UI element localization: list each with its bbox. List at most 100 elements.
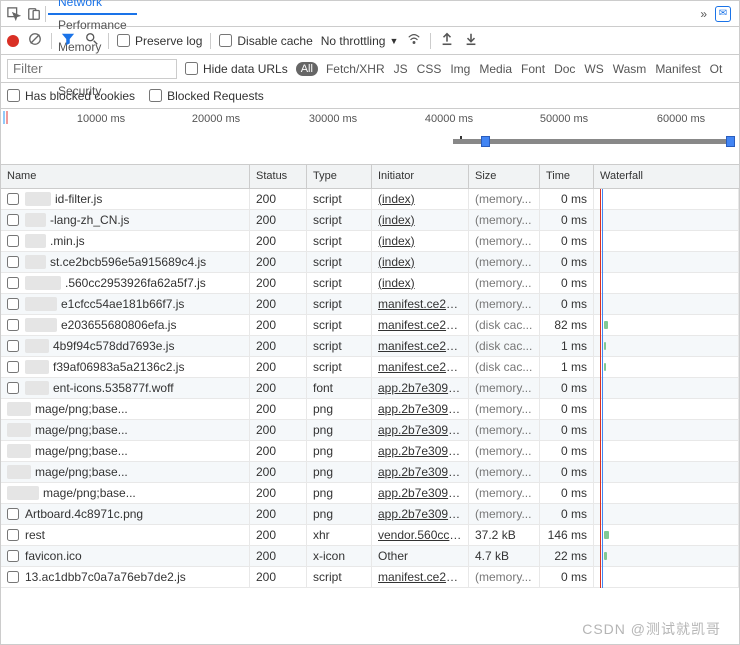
- row-checkbox[interactable]: [7, 214, 19, 226]
- initiator-link[interactable]: Other: [372, 546, 469, 567]
- initiator-link[interactable]: (index): [372, 210, 469, 231]
- initiator-link[interactable]: (index): [372, 252, 469, 273]
- initiator-link[interactable]: manifest.ce2bcb5...: [372, 567, 469, 588]
- initiator-link[interactable]: app.2b7e309....css: [372, 420, 469, 441]
- blocked-requests-checkbox[interactable]: Blocked Requests: [149, 89, 264, 103]
- initiator-link[interactable]: manifest.ce2bcb5...: [372, 315, 469, 336]
- table-row[interactable]: rest200xhrvendor.560cc29......37.2 kB146…: [1, 525, 739, 546]
- device-icon[interactable]: [25, 5, 43, 23]
- filter-toggle-icon[interactable]: [60, 32, 76, 49]
- col-name[interactable]: Name: [1, 165, 250, 188]
- request-name: ent-icons.535877f.woff: [53, 378, 174, 399]
- col-size[interactable]: Size: [469, 165, 540, 188]
- table-row[interactable]: ent-icons.535877f.woff200fontapp.2b7e309…: [1, 378, 739, 399]
- throttling-select[interactable]: No throttling▼: [321, 34, 399, 48]
- initiator-link[interactable]: vendor.560cc29......: [372, 525, 469, 546]
- row-checkbox[interactable]: [7, 235, 19, 247]
- col-initiator[interactable]: Initiator: [372, 165, 469, 188]
- row-checkbox[interactable]: [7, 508, 19, 520]
- table-row[interactable]: 13.ac1dbb7c0a7a76eb7de2.js200scriptmanif…: [1, 567, 739, 588]
- inspect-icon[interactable]: [5, 5, 23, 23]
- initiator-link[interactable]: (index): [372, 273, 469, 294]
- timeline-tick: 20000 ms: [192, 113, 240, 125]
- table-row[interactable]: e203655680806efa.js200scriptmanifest.ce2…: [1, 315, 739, 336]
- row-checkbox[interactable]: [7, 193, 19, 205]
- row-checkbox[interactable]: [7, 256, 19, 268]
- initiator-link[interactable]: app.2b7e309....css: [372, 441, 469, 462]
- table-row[interactable]: mage/png;base...200pngapp.2b7e309....css…: [1, 462, 739, 483]
- initiator-link[interactable]: manifest.ce2bcb5...: [372, 336, 469, 357]
- request-name: e1cfcc54ae181b66f7.js: [61, 294, 184, 315]
- tab-network[interactable]: Network: [48, 0, 137, 15]
- messages-icon[interactable]: ✉: [715, 6, 731, 22]
- devtools-tabs: ElementsConsoleSourcesNetworkPerformance…: [1, 1, 739, 27]
- row-checkbox[interactable]: [7, 361, 19, 373]
- table-row[interactable]: Artboard.4c8971c.png200pngapp.2b7e309...…: [1, 504, 739, 525]
- table-row[interactable]: .min.js200script(index)(memory...0 ms: [1, 231, 739, 252]
- initiator-link[interactable]: manifest.ce2bcb5...: [372, 357, 469, 378]
- row-checkbox[interactable]: [7, 277, 19, 289]
- search-icon[interactable]: [84, 32, 100, 49]
- type-filter-wasm[interactable]: Wasm: [613, 62, 647, 76]
- row-checkbox[interactable]: [7, 529, 19, 541]
- type-filter-ws[interactable]: WS: [584, 62, 603, 76]
- has-blocked-cookies-checkbox[interactable]: Has blocked cookies: [7, 89, 135, 103]
- divider: [45, 6, 46, 22]
- disable-cache-checkbox[interactable]: Disable cache: [219, 34, 312, 48]
- type-filter-doc[interactable]: Doc: [554, 62, 575, 76]
- timeline-handle-right[interactable]: [726, 136, 735, 147]
- type-filter-media[interactable]: Media: [479, 62, 512, 76]
- initiator-link[interactable]: app.2b7e309....css: [372, 378, 469, 399]
- request-name: id-filter.js: [55, 189, 102, 210]
- upload-icon[interactable]: [439, 32, 455, 49]
- timeline-mark: [3, 111, 5, 124]
- preserve-log-checkbox[interactable]: Preserve log: [117, 34, 202, 48]
- clear-icon[interactable]: [27, 32, 43, 49]
- row-checkbox[interactable]: [7, 550, 19, 562]
- col-type[interactable]: Type: [307, 165, 372, 188]
- row-checkbox[interactable]: [7, 319, 19, 331]
- record-button[interactable]: [7, 35, 19, 47]
- table-row[interactable]: -lang-zh_CN.js200script(index)(memory...…: [1, 210, 739, 231]
- type-filter-img[interactable]: Img: [450, 62, 470, 76]
- table-row[interactable]: .560cc2953926fa62a5f7.js200script(index)…: [1, 273, 739, 294]
- table-row[interactable]: id-filter.js200script(index)(memory...0 …: [1, 189, 739, 210]
- table-row[interactable]: mage/png;base...200pngapp.2b7e309....css…: [1, 420, 739, 441]
- download-icon[interactable]: [463, 32, 479, 49]
- timeline-overview[interactable]: 10000 ms20000 ms30000 ms40000 ms50000 ms…: [1, 109, 739, 165]
- hide-data-urls-checkbox[interactable]: Hide data URLs: [185, 62, 288, 76]
- type-filter-fetchxhr[interactable]: Fetch/XHR: [326, 62, 385, 76]
- table-row[interactable]: e1cfcc54ae181b66f7.js200scriptmanifest.c…: [1, 294, 739, 315]
- row-checkbox[interactable]: [7, 340, 19, 352]
- initiator-link[interactable]: app.2b7e309....css: [372, 399, 469, 420]
- more-tabs[interactable]: »: [694, 7, 713, 21]
- table-row[interactable]: mage/png;base...200pngapp.2b7e309....css…: [1, 399, 739, 420]
- initiator-link[interactable]: app.2b7e309....css: [372, 462, 469, 483]
- initiator-link[interactable]: app.2b7e309....css: [372, 504, 469, 525]
- row-checkbox[interactable]: [7, 382, 19, 394]
- col-waterfall[interactable]: Waterfall: [594, 165, 739, 188]
- table-row[interactable]: st.ce2bcb596e5a915689c4.js200script(inde…: [1, 252, 739, 273]
- type-filter-all[interactable]: All: [296, 62, 318, 76]
- table-row[interactable]: 4b9f94c578dd7693e.js200scriptmanifest.ce…: [1, 336, 739, 357]
- type-filter-css[interactable]: CSS: [417, 62, 442, 76]
- wifi-icon[interactable]: [406, 32, 422, 49]
- timeline-handle-left[interactable]: [481, 136, 490, 147]
- row-checkbox[interactable]: [7, 571, 19, 583]
- initiator-link[interactable]: manifest.ce2bcb5...: [372, 294, 469, 315]
- table-row[interactable]: mage/png;base...200pngapp.2b7e309....css…: [1, 441, 739, 462]
- initiator-link[interactable]: app.2b7e309....css: [372, 483, 469, 504]
- table-row[interactable]: mage/png;base...200pngapp.2b7e309....css…: [1, 483, 739, 504]
- col-time[interactable]: Time: [540, 165, 594, 188]
- type-filter-manifest[interactable]: Manifest: [655, 62, 700, 76]
- type-filter-ot[interactable]: Ot: [710, 62, 723, 76]
- col-status[interactable]: Status: [250, 165, 307, 188]
- table-row[interactable]: f39af06983a5a2136c2.js200scriptmanifest.…: [1, 357, 739, 378]
- initiator-link[interactable]: (index): [372, 231, 469, 252]
- type-filter-js[interactable]: JS: [394, 62, 408, 76]
- filter-input[interactable]: [7, 59, 177, 79]
- row-checkbox[interactable]: [7, 298, 19, 310]
- table-row[interactable]: favicon.ico200x-iconOther4.7 kB22 ms: [1, 546, 739, 567]
- type-filter-font[interactable]: Font: [521, 62, 545, 76]
- initiator-link[interactable]: (index): [372, 189, 469, 210]
